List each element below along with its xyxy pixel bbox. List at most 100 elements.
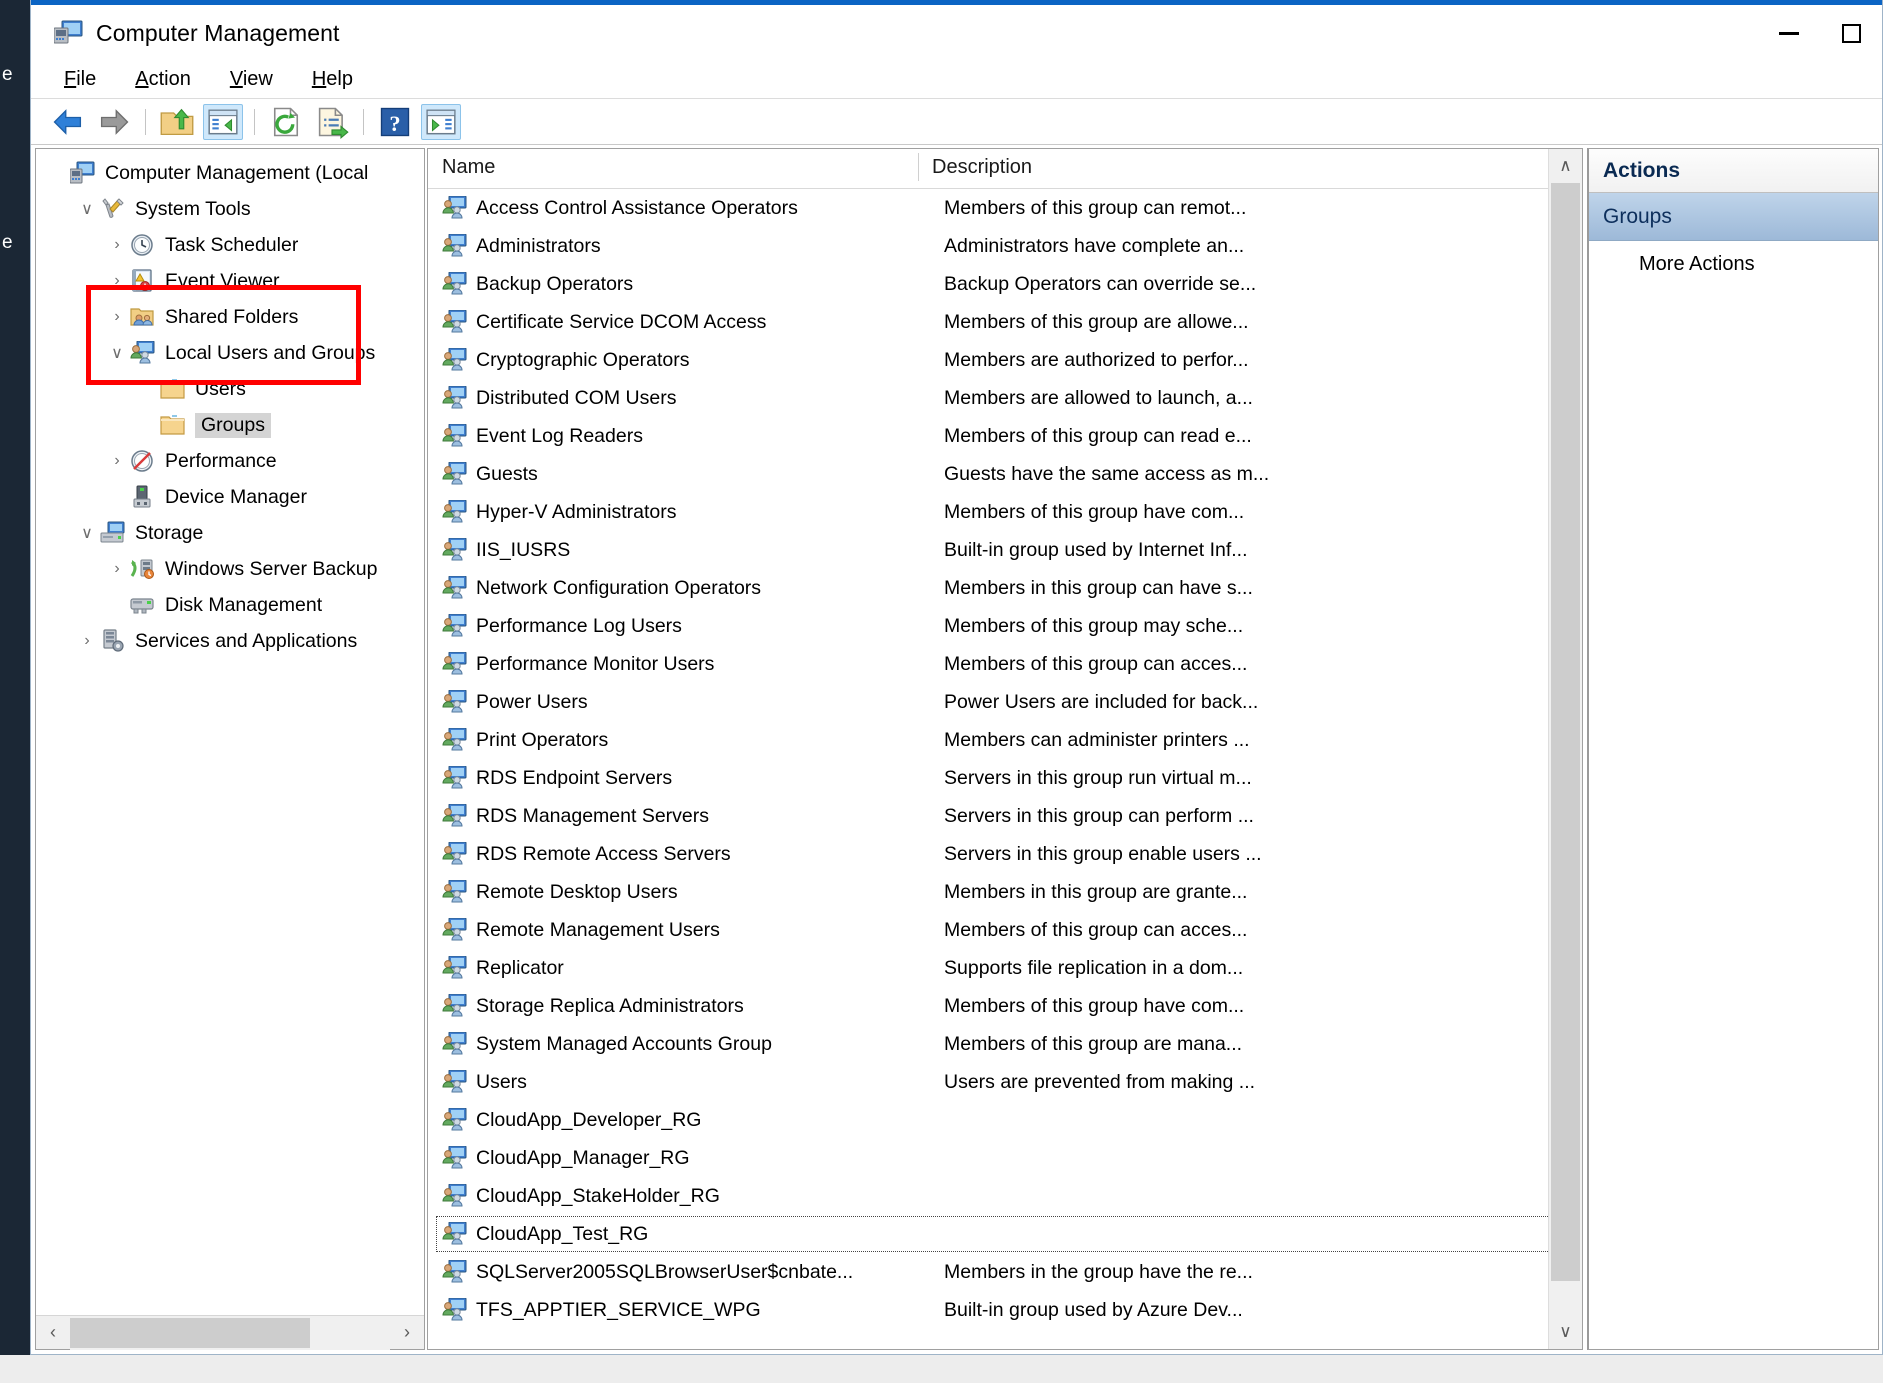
table-row[interactable]: Performance Monitor Users Members of this… (428, 645, 1582, 683)
group-description-cell: Members of this group have com... (944, 500, 1245, 523)
list-scroll-up-arrow[interactable]: ∧ (1549, 149, 1582, 183)
table-row[interactable]: TFS_APPTIER_SERVICE_WPG Built-in group us… (428, 1291, 1582, 1329)
tree-node-event-viewer[interactable]: › Event Viewer (36, 263, 424, 299)
back-button[interactable] (48, 104, 88, 140)
tree-node-label: Performance (165, 449, 277, 472)
tree-node-users[interactable]: Users (36, 371, 424, 407)
table-row[interactable]: SQLServer2005SQLBrowserUser$cnbate... Mem… (428, 1253, 1582, 1291)
tree-node-shared-folders[interactable]: › Shared Folders (36, 299, 424, 335)
table-row[interactable]: CloudApp_StakeHolder_RG (428, 1177, 1582, 1215)
tree-node-task-scheduler[interactable]: › Task Scheduler (36, 227, 424, 263)
show-hide-console-tree-button[interactable] (203, 104, 243, 140)
table-row[interactable]: IIS_IUSRS Built-in group used by Internet… (428, 531, 1582, 569)
tree-node-system-tools[interactable]: ∨ System Tools (36, 191, 424, 227)
table-row[interactable]: Certificate Service DCOM Access Members o… (428, 303, 1582, 341)
group-description-cell: Built-in group used by Internet Inf... (944, 538, 1248, 561)
table-row[interactable]: Network Configuration Operators Members i… (428, 569, 1582, 607)
menu-view[interactable]: View (215, 66, 288, 93)
tree-node-storage[interactable]: ∨ Storage (36, 515, 424, 551)
tree-node-groups[interactable]: Groups (36, 407, 424, 443)
table-row[interactable]: CloudApp_Manager_RG (428, 1139, 1582, 1177)
table-row[interactable]: RDS Endpoint Servers Servers in this grou… (428, 759, 1582, 797)
tree-scroll-right-arrow[interactable]: › (390, 1316, 424, 1350)
tree-node-windows-server-backup[interactable]: › Windows Server Backup (36, 551, 424, 587)
export-list-button[interactable] (312, 104, 352, 140)
group-description-cell: Members of this group can read e... (944, 424, 1252, 447)
table-row[interactable]: Power Users Power Users are included for … (428, 683, 1582, 721)
column-header-description[interactable]: Description (918, 149, 1318, 188)
table-row[interactable]: Users Users are prevented from making ... (428, 1063, 1582, 1101)
tree-node-device-manager[interactable]: Device Manager (36, 479, 424, 515)
menu-action[interactable]: Action (120, 66, 206, 93)
server-backup-icon (130, 557, 156, 581)
table-row[interactable]: Administrators Administrators have comple… (428, 227, 1582, 265)
chevron-right-icon[interactable]: › (104, 452, 130, 470)
tree-node-label: Computer Management (Local (105, 161, 369, 184)
tree-node-performance[interactable]: › Performance (36, 443, 424, 479)
list-scroll-track[interactable] (1549, 183, 1582, 1315)
table-row[interactable]: RDS Management Servers Servers in this gr… (428, 797, 1582, 835)
chevron-right-icon[interactable]: › (104, 560, 130, 578)
chevron-right-icon[interactable]: › (104, 236, 130, 254)
tree-node-computer-management-local[interactable]: Computer Management (Local (36, 155, 424, 191)
table-row[interactable]: Remote Management Users Members of this g… (428, 911, 1582, 949)
group-icon (442, 310, 468, 334)
tree-node-services-and-applications[interactable]: › Services and Applications (36, 623, 424, 659)
table-row[interactable]: CloudApp_Developer_RG (428, 1101, 1582, 1139)
chevron-right-icon[interactable]: › (74, 632, 100, 650)
table-row[interactable]: Storage Replica Administrators Members of… (428, 987, 1582, 1025)
group-icon (442, 1108, 468, 1132)
chevron-right-icon[interactable]: › (104, 308, 130, 326)
table-row[interactable]: Distributed COM Users Members are allowed… (428, 379, 1582, 417)
actions-group-header[interactable]: Groups (1589, 193, 1878, 241)
group-icon (442, 728, 468, 752)
chevron-down-icon[interactable]: ∨ (74, 199, 100, 219)
group-description-cell: Supports file replication in a dom... (944, 956, 1244, 979)
chevron-down-icon[interactable]: ∨ (104, 343, 130, 363)
list-scroll-thumb[interactable] (1551, 183, 1580, 1282)
tree-scroll-thumb[interactable] (70, 1317, 310, 1348)
table-row[interactable]: Backup Operators Backup Operators can ove… (428, 265, 1582, 303)
table-row[interactable]: Event Log Readers Members of this group c… (428, 417, 1582, 455)
table-row[interactable]: Performance Log Users Members of this gro… (428, 607, 1582, 645)
group-name-cell: Replicator (476, 956, 564, 979)
table-row[interactable]: Guests Guests have the same access as m..… (428, 455, 1582, 493)
table-row[interactable]: System Managed Accounts Group Members of … (428, 1025, 1582, 1063)
table-row[interactable]: Remote Desktop Users Members in this grou… (428, 873, 1582, 911)
minimize-icon (1779, 31, 1799, 35)
minimize-button[interactable] (1758, 5, 1820, 61)
menu-file[interactable]: File (49, 66, 111, 93)
table-row[interactable]: Replicator Supports file replication in a… (428, 949, 1582, 987)
up-one-level-button[interactable] (157, 104, 197, 140)
group-name-cell: CloudApp_Developer_RG (476, 1108, 702, 1131)
maximize-button[interactable] (1820, 5, 1882, 61)
tree-node-label: Groups (195, 412, 271, 438)
table-row[interactable]: CloudApp_Test_RG (428, 1215, 1582, 1253)
table-row[interactable]: Print Operators Members can administer pr… (428, 721, 1582, 759)
list-vertical-scrollbar[interactable]: ∧ ∨ (1548, 149, 1582, 1349)
tree-node-label: Local Users and Groups (165, 341, 376, 364)
show-hide-action-pane-button[interactable] (421, 104, 461, 140)
help-button[interactable]: ? (375, 104, 415, 140)
list-scroll-down-arrow[interactable]: ∨ (1549, 1315, 1582, 1349)
chevron-right-icon[interactable]: › (104, 272, 130, 290)
table-row[interactable]: Cryptographic Operators Members are autho… (428, 341, 1582, 379)
tree-node-local-users-and-groups[interactable]: ∨ Local Users and Groups (36, 335, 424, 371)
group-icon (442, 1146, 468, 1170)
tree-scroll-track[interactable] (70, 1315, 390, 1350)
tree-horizontal-scrollbar[interactable]: ‹ › (36, 1315, 424, 1350)
menu-help[interactable]: Help (297, 66, 368, 93)
chevron-down-icon[interactable]: ∨ (74, 523, 100, 543)
column-header-name[interactable]: Name (428, 149, 918, 188)
refresh-button[interactable] (266, 104, 306, 140)
table-row[interactable]: RDS Remote Access Servers Servers in this… (428, 835, 1582, 873)
action-more-actions[interactable]: More Actions (1589, 241, 1878, 287)
tree-scroll-left-arrow[interactable]: ‹ (36, 1316, 70, 1350)
group-icon (442, 652, 468, 676)
forward-button[interactable] (94, 104, 134, 140)
table-row[interactable]: Hyper-V Administrators Members of this gr… (428, 493, 1582, 531)
group-icon (442, 424, 468, 448)
console-tree-icon (208, 109, 238, 135)
table-row[interactable]: Access Control Assistance Operators Membe… (428, 189, 1582, 227)
tree-node-disk-management[interactable]: Disk Management (36, 587, 424, 623)
